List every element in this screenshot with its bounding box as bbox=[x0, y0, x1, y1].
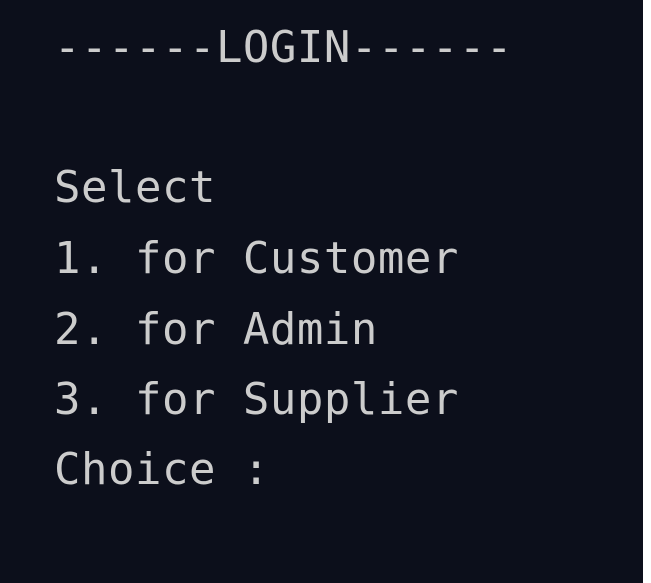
choice-prompt: Choice : bbox=[54, 444, 270, 495]
login-header: ------LOGIN------ bbox=[54, 22, 513, 73]
choice-input-line[interactable]: Choice : bbox=[54, 448, 270, 492]
console-window[interactable]: ------LOGIN------ Select 1. for Customer… bbox=[0, 0, 643, 583]
select-prompt: Select bbox=[54, 162, 216, 213]
menu-option-customer: 1. for Customer bbox=[54, 233, 459, 284]
window-edge bbox=[643, 0, 651, 583]
menu-option-admin: 2. for Admin bbox=[54, 304, 378, 355]
menu-option-supplier: 3. for Supplier bbox=[54, 374, 459, 425]
